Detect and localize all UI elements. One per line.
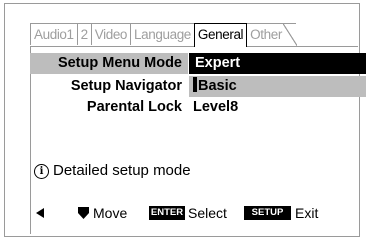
setup-key-icon: SETUP bbox=[244, 206, 291, 220]
setting-value-text: Basic bbox=[198, 78, 237, 94]
setting-value[interactable]: Expert bbox=[189, 53, 366, 74]
help-text-label: Detailed setup mode bbox=[53, 162, 191, 179]
move-label: Move bbox=[93, 205, 128, 221]
tab-video[interactable]: Video bbox=[90, 23, 132, 45]
setting-label: Setup Menu Mode bbox=[30, 53, 188, 74]
tab-other[interactable]: Other bbox=[246, 23, 297, 46]
select-label: Select bbox=[188, 205, 227, 221]
tab-bar: Audio1 2 Video Language General Other bbox=[30, 23, 297, 47]
setting-label: Parental Lock bbox=[86, 99, 182, 115]
enter-key-icon: ENTER bbox=[149, 206, 185, 220]
setting-value[interactable]: Basic bbox=[189, 76, 366, 97]
tab-audio2[interactable]: 2 bbox=[76, 23, 92, 45]
info-icon: i bbox=[34, 164, 49, 179]
exit-label: Exit bbox=[295, 205, 319, 221]
down-arrow-icon bbox=[78, 207, 89, 219]
tab-language[interactable]: Language bbox=[130, 23, 195, 45]
setting-value[interactable]: Level8 bbox=[189, 97, 366, 118]
footer-hints: Move ENTER Select SETUP Exit bbox=[0, 203, 366, 223]
help-text: i Detailed setup mode bbox=[34, 162, 191, 179]
tab-general[interactable]: General bbox=[193, 23, 248, 47]
setting-label: Setup Navigator bbox=[70, 78, 182, 94]
cursor-bar bbox=[193, 77, 197, 92]
tab-audio1[interactable]: Audio1 bbox=[30, 23, 78, 45]
left-arrow-icon bbox=[36, 208, 44, 218]
